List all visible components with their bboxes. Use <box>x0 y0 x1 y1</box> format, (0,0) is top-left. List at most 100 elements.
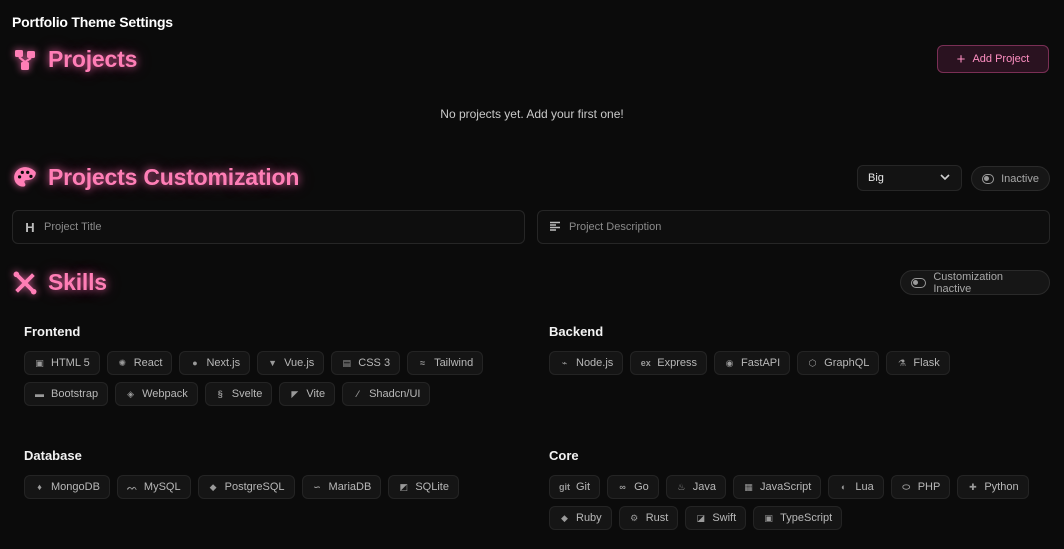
sqlite-icon: ◩ <box>399 481 409 492</box>
projects-empty-message: No projects yet. Add your first one! <box>440 107 624 121</box>
projects-title: Projects <box>48 46 138 72</box>
python-icon: ✚ <box>969 481 977 492</box>
swift-icon: ◪ <box>696 512 706 523</box>
skill-chip[interactable]: § Svelte <box>204 382 273 406</box>
skill-chip[interactable]: git Git <box>549 475 601 499</box>
lua-icon: ◐ <box>841 482 847 492</box>
nextjs-icon: ● <box>192 358 198 368</box>
skill-chip[interactable]: ◆ PostgreSQL <box>197 475 295 499</box>
svelte-icon: § <box>217 389 223 399</box>
skill-chip[interactable]: ⁄ Shadcn/UI <box>342 382 431 406</box>
skill-chip[interactable]: ● Next.js <box>179 351 251 375</box>
chevron-down-icon <box>939 171 951 186</box>
skill-chip[interactable]: ▤ CSS 3 <box>331 351 401 375</box>
html5-icon: ▣ <box>35 357 44 368</box>
flask-icon: ⚗ <box>897 357 906 368</box>
project-description-input[interactable] <box>569 221 1038 233</box>
rust-icon: ⚙ <box>630 512 639 523</box>
javascript-icon: ▦ <box>744 481 753 492</box>
nodejs-icon: ⌁ <box>561 357 568 368</box>
skill-chip[interactable]: ▣ TypeScript <box>753 506 843 530</box>
chips-database: ♦ MongoDB ᨓ MySQL ◆ PostgreSQL ∽ MariaDB ◩ SQ… <box>24 475 494 499</box>
customization-status-label: Inactive <box>1001 172 1039 185</box>
project-title-field[interactable]: H <box>12 210 525 244</box>
skill-chip[interactable]: ⚗ Flask <box>886 351 950 375</box>
mysql-icon: ᨓ <box>127 481 138 492</box>
palette-icon <box>12 165 38 191</box>
skill-chip[interactable]: ◆ Ruby <box>549 506 612 530</box>
customization-title: Projects Customization <box>48 164 300 190</box>
chips-backend: ⌁ Node.js ex Express ◉ FastAPI ⬡ GraphQL ⚗ Fl… <box>549 351 1029 375</box>
typescript-icon: ▣ <box>764 512 773 523</box>
skill-chip[interactable]: ♨ Java <box>665 475 726 499</box>
skills-status-label: Customization Inactive <box>933 270 1004 295</box>
add-project-label: Add Project <box>972 53 1030 65</box>
skill-chip[interactable]: ◈ Webpack <box>115 382 198 406</box>
group-title-core: Core <box>549 448 579 463</box>
add-project-button[interactable]: + Add Project <box>937 45 1049 73</box>
skill-chip[interactable]: ♦ MongoDB <box>24 475 110 499</box>
css3-icon: ▤ <box>342 357 352 368</box>
customization-header: Projects Customization <box>12 164 299 191</box>
group-title-backend: Backend <box>549 324 604 339</box>
skill-chip[interactable]: ∽ MariaDB <box>301 475 382 499</box>
skill-chip[interactable]: ≈ Tailwind <box>407 351 484 375</box>
webpack-icon: ◈ <box>127 388 135 399</box>
skill-chip[interactable]: ᨓ MySQL <box>116 475 191 499</box>
project-description-field[interactable] <box>537 210 1050 244</box>
skill-chip[interactable]: ∞ Go <box>607 475 659 499</box>
skill-chip[interactable]: ▬ Bootstrap <box>24 382 109 406</box>
projects-icon <box>12 47 38 73</box>
skill-chip[interactable]: ◐ Lua <box>828 475 884 499</box>
go-icon: ∞ <box>619 482 626 492</box>
git-icon: git <box>559 482 570 492</box>
skill-chip[interactable]: ⬭ PHP <box>890 475 951 499</box>
skills-status-toggle[interactable]: Customization Inactive <box>900 270 1050 295</box>
chips-frontend: ▣ HTML 5 ✺ React ● Next.js ▼ Vue.js ▤ CSS 3 ≈… <box>24 351 494 406</box>
skill-chip[interactable]: ⌁ Node.js <box>549 351 624 375</box>
chips-core: git Git ∞ Go ♨ Java ▦ JavaScript ◐ Lua ⬭ PHP ✚… <box>549 475 1049 530</box>
toggle-icon <box>911 277 927 288</box>
group-title-database: Database <box>24 448 82 463</box>
skill-chip[interactable]: ▦ JavaScript <box>733 475 822 499</box>
skill-chip[interactable]: ex Express <box>630 351 708 375</box>
graphql-icon: ⬡ <box>808 357 817 368</box>
skill-chip[interactable]: ✺ React <box>106 351 173 375</box>
skill-chip[interactable]: ✚ Python <box>957 475 1029 499</box>
shadcn-icon: ⁄ <box>356 389 359 399</box>
skill-chip[interactable]: ◪ Swift <box>685 506 747 530</box>
heading-icon: H <box>25 219 35 235</box>
vue-icon: ▼ <box>268 358 278 368</box>
project-title-input[interactable] <box>44 221 513 233</box>
plus-icon: + <box>956 50 966 68</box>
react-icon: ✺ <box>118 357 126 368</box>
mongodb-icon: ♦ <box>37 482 42 492</box>
size-select[interactable]: Big <box>857 165 962 191</box>
java-icon: ♨ <box>677 481 686 492</box>
skill-chip[interactable]: ⚙ Rust <box>618 506 679 530</box>
postgresql-icon: ◆ <box>209 481 217 492</box>
skill-chip[interactable]: ◉ FastAPI <box>714 351 791 375</box>
mariadb-icon: ∽ <box>313 481 321 492</box>
express-icon: ex <box>640 358 651 368</box>
projects-header: Projects <box>12 46 137 73</box>
skill-chip[interactable]: ▼ Vue.js <box>257 351 325 375</box>
page-title: Portfolio Theme Settings <box>12 14 173 30</box>
skills-header: Skills <box>12 269 107 296</box>
php-icon: ⬭ <box>902 481 911 492</box>
toggle-icon <box>982 173 995 184</box>
ruby-icon: ◆ <box>561 512 568 523</box>
skill-chip[interactable]: ⬡ GraphQL <box>797 351 880 375</box>
group-title-frontend: Frontend <box>24 324 81 339</box>
skills-title: Skills <box>48 269 107 295</box>
skill-chip[interactable]: ◩ SQLite <box>388 475 459 499</box>
tools-icon <box>12 270 38 296</box>
customization-status-toggle[interactable]: Inactive <box>971 166 1050 191</box>
fastapi-icon: ◉ <box>725 357 734 368</box>
size-select-value: Big <box>868 172 884 184</box>
tailwind-icon: ≈ <box>420 358 426 368</box>
skill-chip[interactable]: ◤ Vite <box>279 382 336 406</box>
skill-chip[interactable]: ▣ HTML 5 <box>24 351 100 375</box>
vite-icon: ◤ <box>291 388 299 399</box>
align-left-icon <box>549 220 561 235</box>
